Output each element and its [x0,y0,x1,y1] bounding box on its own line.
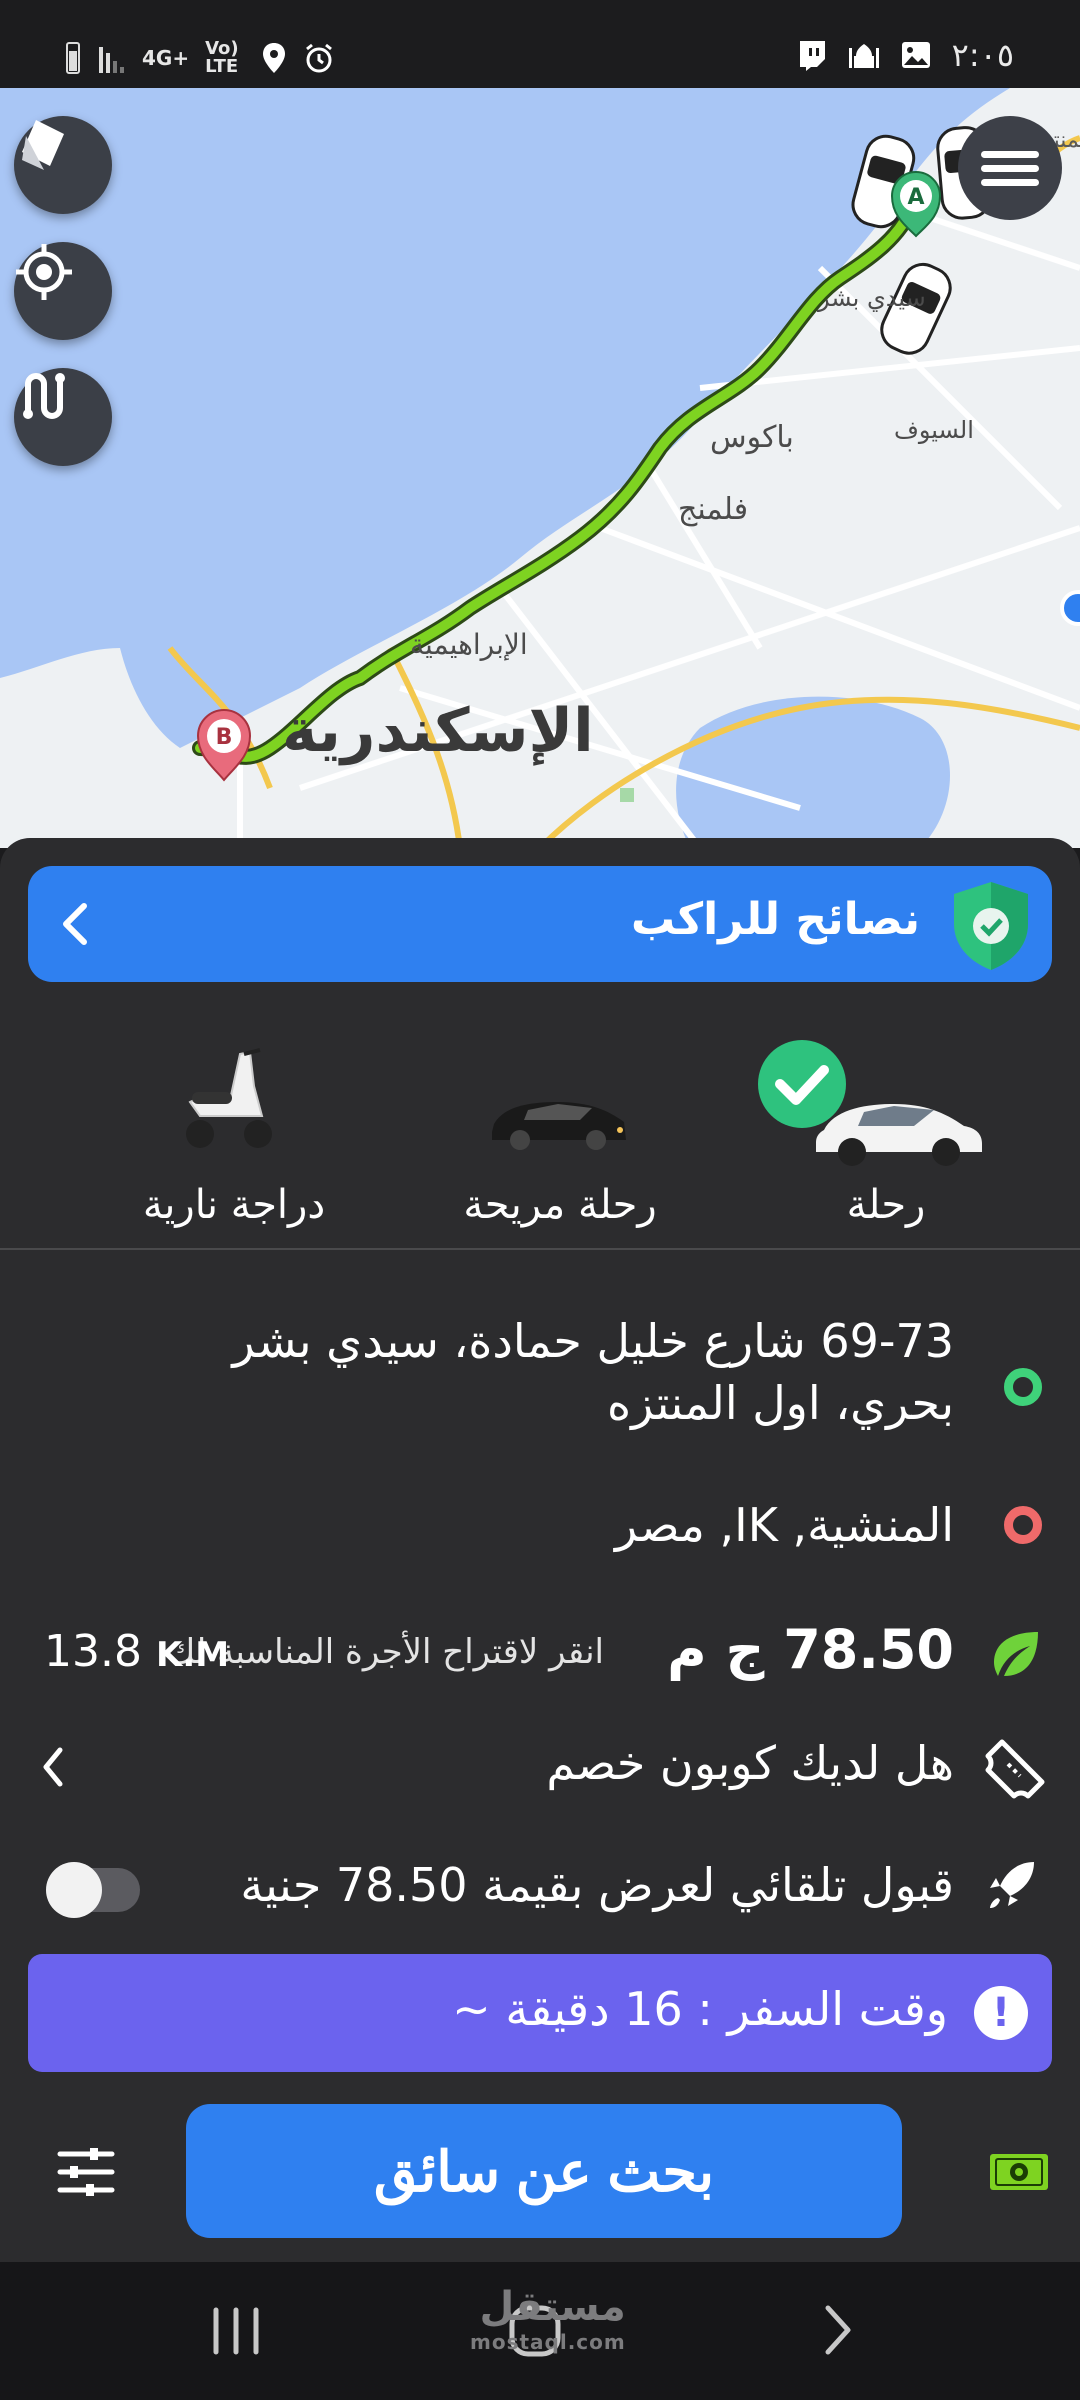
section-divider [0,1248,1080,1250]
map-label-alexandria: الإسكندرية [282,696,594,766]
filter-sliders-icon[interactable] [56,2144,116,2200]
trip-distance: 13.8 K.M [44,1626,229,1677]
twitch-icon [799,41,825,71]
coupon-text[interactable]: هل لديك كوبون خصم [546,1736,954,1790]
pickup-address-line1: 69-73 شارع خليل حمادة، سيدي بشر [232,1314,954,1368]
mosque-icon [848,44,879,68]
watermark-logo: مستقل mostaql.com [470,2284,626,2354]
lake-area [676,696,950,848]
rider-tips-banner[interactable]: نصائح للراكب [28,866,1052,982]
ride-type-comfort-label: رحلة مريحة [463,1182,657,1228]
status-icons-right: ٢:٠٥ [796,36,1014,74]
map-label-bakos: باكوس [710,420,794,455]
info-icon: ! [974,1986,1028,2040]
park-area [620,788,634,802]
auto-accept-text: قبول تلقائي لعرض بقيمة 78.50 جنية [240,1858,954,1912]
cash-icon[interactable] [988,2152,1050,2192]
status-icons-left: 4G+ Vo) LTE [64,40,335,76]
signal-icon [99,47,124,73]
auto-accept-toggle[interactable] [46,1862,140,1918]
scooter-icon [186,1048,272,1148]
map-label-fleming: فلمنج [678,492,749,527]
locate-me-button[interactable] [14,242,112,340]
ride-type-motorbike[interactable]: دراجة نارية [84,1038,384,1228]
travel-time-text: وقت السفر : 16 دقيقة ~ [452,1982,948,2036]
route-button[interactable] [14,368,112,466]
dropoff-address[interactable]: المنشية, IK, مصر [615,1494,954,1556]
rider-tips-title: نصائح للراكب [630,894,920,945]
map-label-siouf: السيوف [894,416,974,444]
pickup-dot-icon [1004,1368,1042,1406]
check-circle-icon [758,1040,846,1128]
leaf-icon [994,1632,1038,1676]
recent-apps-icon[interactable] [206,2306,266,2356]
map-style-button[interactable] [14,116,112,214]
map-label-sidi-bishr: سيدي بشر [818,284,926,312]
shield-check-icon [954,882,1028,970]
booking-sheet: نصائح للراكب رحلة رحلة مريحة دراجة نارية… [0,838,1080,2262]
ride-type-regular[interactable]: رحلة [736,1038,1036,1228]
car-black-icon [492,1102,626,1150]
map-label-ibrahimia: الإبراهيمية [410,628,528,661]
clock: ٢:٠٥ [951,36,1014,74]
ride-type-regular-label: رحلة [846,1182,926,1228]
trip-distance-unit: K.M [155,1635,230,1675]
marker-a-label: A [907,185,924,210]
watermark-domain: mostaql.com [470,2330,626,2354]
layers-icon [22,120,64,170]
chevron-left-icon[interactable] [34,1742,74,1792]
ride-type-motorbike-label: دراجة نارية [142,1182,326,1228]
menu-icon [981,144,1039,193]
marker-b-label: B [216,725,233,750]
travel-time-notice: ! وقت السفر : 16 دقيقة ~ [28,1954,1052,2072]
map-view[interactable]: A B سيدي بشر باكوس السيوف فلمنج الإبراهي… [0,88,1080,848]
ride-type-comfort[interactable]: رحلة مريحة [410,1038,710,1228]
crosshair-icon [16,244,72,300]
gallery-icon [901,42,930,68]
fare-price[interactable]: 78.50 ج م [667,1618,954,1681]
toggle-knob [46,1862,102,1918]
dropoff-dot-icon [1004,1506,1042,1544]
pickup-address[interactable]: 69-73 شارع خليل حمادة، سيدي بشر بحري، او… [74,1310,954,1434]
menu-button[interactable] [958,116,1062,220]
volte-indicator: Vo) LTE [205,38,239,77]
ticket-icon [985,1739,1045,1799]
current-location-dot [1060,590,1080,626]
trip-distance-value: 13.8 [44,1626,142,1677]
location-icon [263,43,286,73]
rocket-icon [990,1862,1034,1908]
search-driver-button[interactable]: بحث عن سائق [186,2104,902,2238]
route-icon [23,373,65,419]
pickup-address-line2: بحري، اول المنتزه [606,1376,954,1430]
back-icon[interactable] [818,2302,858,2358]
fare-suggest-hint[interactable]: انقر لاقتراح الأجرة المناسبة لك [167,1632,604,1672]
watermark-brand: مستقل [479,2284,626,2330]
alarm-icon [306,43,333,73]
battery-icon [66,42,80,74]
chevron-left-icon [63,903,87,945]
network-type: 4G+ [142,46,190,70]
status-bar: 4G+ Vo) LTE ٢:٠٥ [0,0,1080,88]
